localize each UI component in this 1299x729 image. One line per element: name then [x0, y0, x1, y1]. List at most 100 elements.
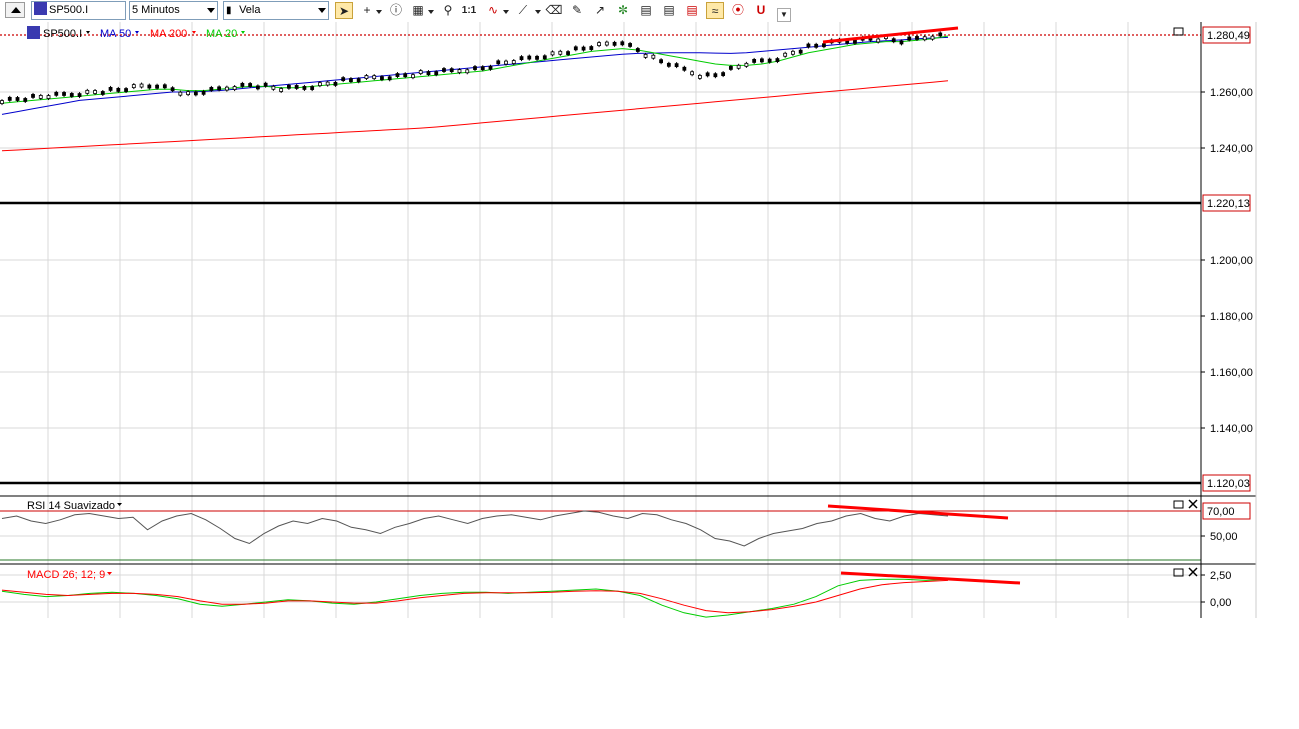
candle-body — [69, 93, 74, 97]
indicator-icon[interactable]: ∿ — [484, 2, 502, 19]
timeframe-select[interactable]: 5 Minutos — [129, 1, 218, 20]
color-template-icon[interactable]: ▤ — [683, 2, 701, 19]
candle-body — [713, 73, 718, 78]
arrow-tool-icon[interactable]: ↗ — [591, 2, 609, 19]
candle-body — [899, 40, 904, 45]
line-tool-icon[interactable]: ⟋ — [514, 2, 532, 19]
legend-symbol[interactable]: SP500.I — [43, 28, 82, 40]
candle-body — [380, 76, 384, 81]
chevron-down-icon — [207, 8, 215, 13]
candle-body — [411, 74, 415, 79]
candle-body — [674, 63, 679, 68]
macd-tick-label: 0,00 — [1210, 597, 1231, 609]
wave-tool-icon[interactable]: ≈ — [706, 2, 724, 19]
candle-body — [46, 95, 51, 99]
chevron-down-icon — [376, 10, 382, 14]
crosshair-tool-button[interactable]: + — [358, 2, 376, 19]
price-panel-controls — [1173, 27, 1184, 36]
candle-body — [465, 69, 470, 74]
candle-body — [139, 83, 144, 88]
chart-style-select[interactable]: ▮ Vela — [223, 1, 329, 20]
macd-signal-line — [1, 579, 949, 614]
magnet-icon[interactable]: U — [752, 2, 770, 19]
candle-body — [100, 91, 105, 95]
candle-body — [930, 35, 935, 40]
chevron-down-icon — [241, 31, 245, 34]
candle-body — [240, 82, 245, 87]
candle-body — [255, 85, 260, 90]
candle-body — [395, 73, 400, 77]
candle-body — [612, 41, 617, 46]
candle-body — [162, 84, 167, 89]
candle-icon: ▮ — [226, 5, 232, 16]
trend-annotation-rsi[interactable] — [827, 504, 1009, 520]
cfd-icon — [27, 26, 40, 39]
zoom-icon[interactable]: ⚲ — [439, 2, 457, 19]
maximize-icon[interactable] — [1173, 500, 1184, 509]
candle-body — [170, 87, 175, 92]
chart-layout-icon[interactable]: ▤ — [660, 2, 678, 19]
info-tool-button[interactable]: ⓘ — [387, 2, 405, 19]
candle-body — [372, 75, 377, 80]
pattern-tool-icon[interactable]: ✼ — [614, 2, 632, 19]
more-tools-button[interactable]: ▼ — [777, 8, 791, 22]
candle-body — [643, 53, 648, 58]
candle-body — [325, 81, 330, 86]
upper-line-label: 1.220,13 — [1207, 198, 1250, 210]
chevron-down-icon — [428, 10, 434, 14]
rsi-level-label: 70,00 — [1207, 506, 1235, 518]
candle-body — [519, 56, 524, 61]
current-price-label: 1.280,49 — [1207, 30, 1250, 42]
maximize-icon[interactable] — [1173, 27, 1184, 36]
cursor-tool-button[interactable]: ➤ — [335, 2, 353, 19]
candle-body — [232, 86, 237, 90]
candle-body — [604, 41, 609, 46]
candle-body — [217, 86, 222, 91]
candle-body — [550, 51, 555, 56]
symbol-selector[interactable]: SP500.I — [31, 1, 126, 20]
signal-icon[interactable]: ⦿ — [729, 2, 747, 19]
cfd-icon — [34, 2, 47, 15]
candle-body — [294, 85, 299, 89]
candle-body — [542, 55, 547, 60]
rsi-legend: RSI 14 Suavizado — [27, 500, 122, 512]
candle-body — [147, 84, 152, 89]
candle-body — [209, 87, 214, 91]
collapse-up-button[interactable] — [5, 2, 25, 18]
candle-body — [558, 50, 563, 55]
candle-body — [922, 36, 927, 41]
triangle-up-icon — [11, 7, 21, 13]
chart-template-icon[interactable]: ▤ — [637, 2, 655, 19]
candle-body — [907, 36, 912, 41]
macd-panel — [0, 563, 1256, 618]
legend-ma200[interactable]: MA 200 — [150, 28, 187, 40]
candle-body — [442, 68, 446, 72]
eraser-icon[interactable]: ⌫ — [545, 2, 563, 19]
price-tick-label: 1.160,00 — [1210, 367, 1253, 379]
legend-ma20[interactable]: MA 20 — [206, 28, 237, 40]
candle-body — [124, 88, 128, 92]
candle-body — [23, 98, 28, 102]
y-axis: 1.260,00 1.240,00 1.200,00 1.180,00 1.160,00… — [1201, 26, 1253, 609]
candle-body — [744, 62, 749, 67]
close-icon[interactable] — [1188, 499, 1198, 509]
chevron-down-icon — [117, 503, 122, 506]
ratio-button[interactable]: 1:1 — [460, 2, 478, 19]
rsi-title[interactable]: RSI 14 Suavizado — [27, 500, 115, 512]
candle-body — [635, 48, 640, 52]
rsi-series — [1, 510, 949, 547]
candle-body — [341, 77, 346, 82]
candle-body — [333, 81, 338, 86]
candle-body — [0, 100, 4, 104]
macd-title[interactable]: MACD 26; 12; 9 — [27, 569, 105, 581]
candle-body — [721, 72, 726, 76]
chart-area[interactable]: 1.260,00 1.240,00 1.200,00 1.180,00 1.160,00… — [0, 22, 1299, 729]
macd-line — [1, 578, 949, 618]
candle-body — [279, 88, 284, 92]
legend-ma50[interactable]: MA 50 — [100, 28, 131, 40]
grid-tool-button[interactable]: ▦ — [409, 2, 427, 19]
candle-body — [116, 88, 121, 92]
text-tool-icon[interactable]: ✎ — [568, 2, 586, 19]
candle-body — [224, 86, 229, 91]
candle-body — [876, 38, 881, 43]
